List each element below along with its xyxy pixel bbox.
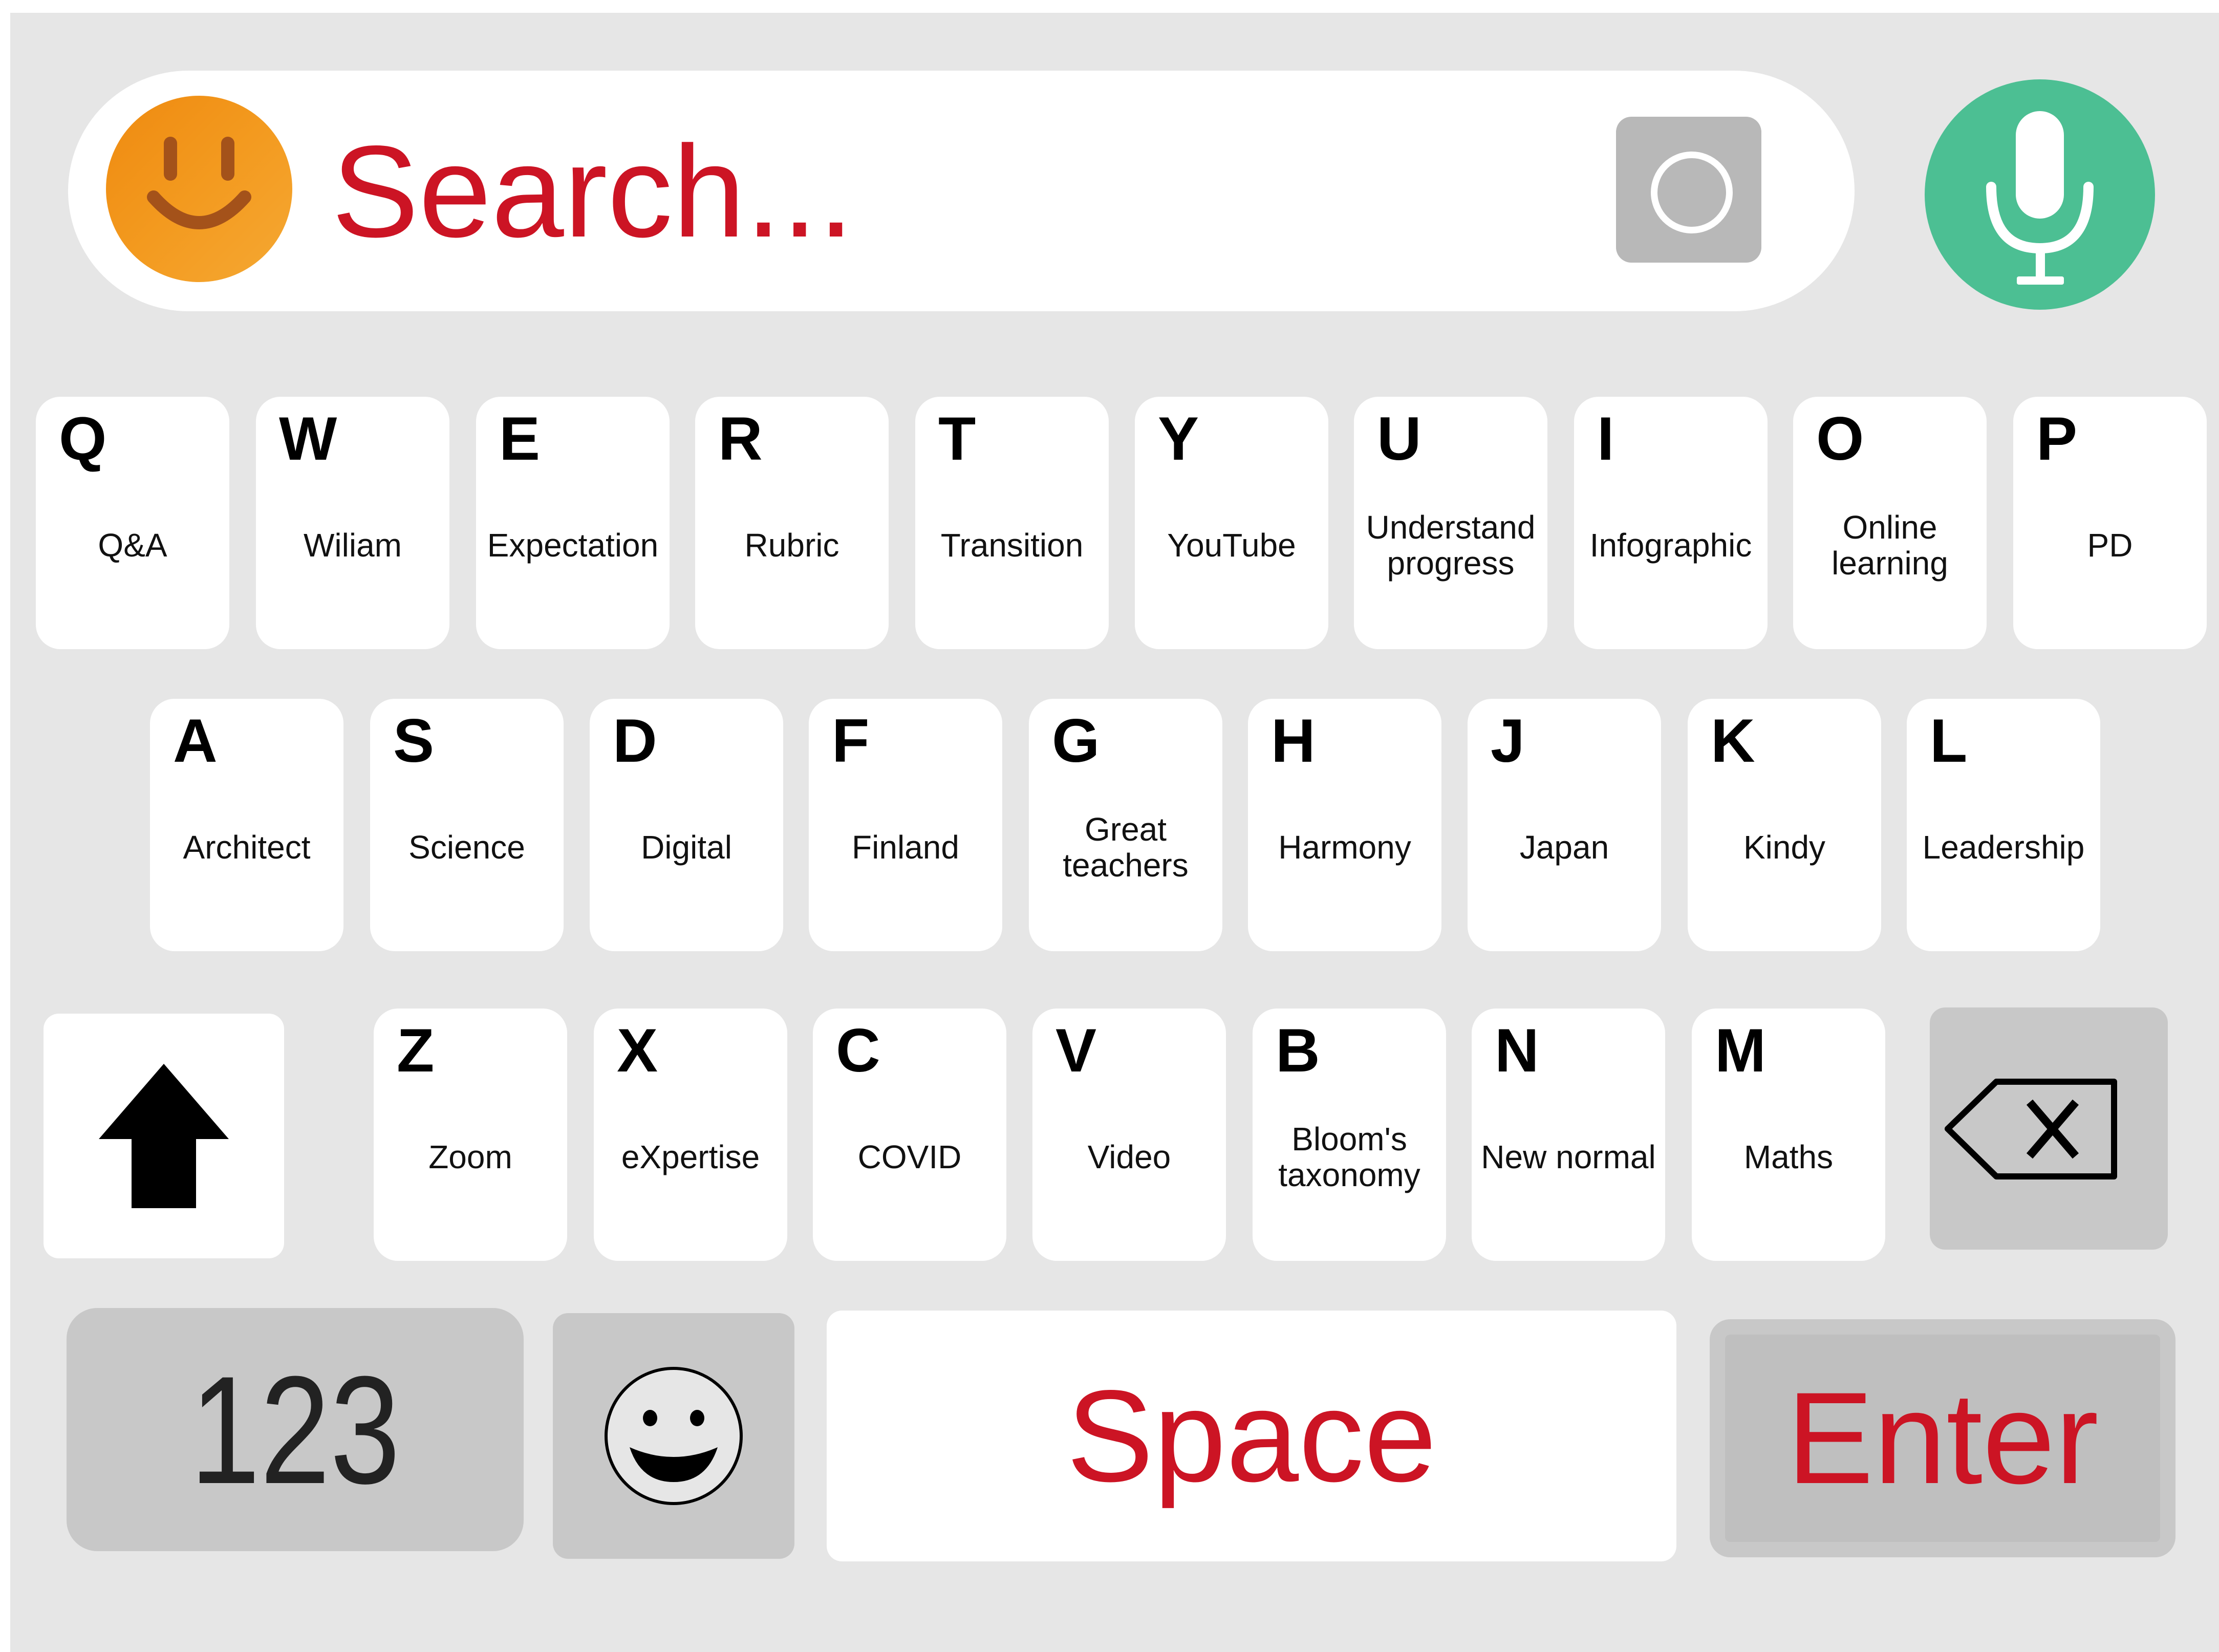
key-word: COVID bbox=[857, 1139, 962, 1175]
key-l[interactable]: L Leadership bbox=[1907, 699, 2100, 951]
key-letter: Z bbox=[397, 1016, 435, 1085]
key-word: Finland bbox=[852, 829, 959, 866]
shift-key[interactable] bbox=[44, 1014, 284, 1258]
enter-key-label: Enter bbox=[1786, 1365, 2099, 1511]
space-key[interactable]: Space bbox=[827, 1311, 1676, 1561]
key-word: Expectation bbox=[487, 527, 659, 564]
key-word: Harmony bbox=[1278, 829, 1411, 866]
key-word: New normal bbox=[1481, 1139, 1656, 1175]
key-word: Great teachers bbox=[1063, 811, 1189, 884]
arrow-up-icon bbox=[99, 1064, 229, 1208]
key-f[interactable]: F Finland bbox=[809, 699, 1002, 951]
key-n[interactable]: N New normal bbox=[1472, 1009, 1665, 1261]
key-word: Video bbox=[1087, 1139, 1171, 1175]
key-letter: B bbox=[1276, 1016, 1320, 1085]
key-h[interactable]: H Harmony bbox=[1248, 699, 1441, 951]
key-letter: J bbox=[1491, 706, 1525, 775]
backspace-icon bbox=[1945, 1079, 2117, 1179]
key-word: Transition bbox=[940, 527, 1084, 564]
key-r[interactable]: R Rubric bbox=[695, 397, 889, 649]
camera-lens-icon bbox=[1651, 152, 1733, 233]
smiley-icon bbox=[605, 1367, 743, 1505]
microphone-icon bbox=[1986, 111, 2094, 285]
key-i[interactable]: I Infographic bbox=[1574, 397, 1768, 649]
key-j[interactable]: J Japan bbox=[1468, 699, 1661, 951]
key-q[interactable]: Q Q&A bbox=[36, 397, 229, 649]
key-letter: L bbox=[1930, 706, 1968, 775]
key-word: Zoom bbox=[428, 1139, 512, 1175]
key-g[interactable]: G Great teachers bbox=[1029, 699, 1222, 951]
key-v[interactable]: V Video bbox=[1032, 1009, 1226, 1261]
key-letter: X bbox=[617, 1016, 658, 1085]
key-letter: Y bbox=[1158, 404, 1199, 473]
key-word: Maths bbox=[1743, 1139, 1834, 1175]
key-word: Leadership bbox=[1922, 829, 2085, 866]
key-e[interactable]: E Expectation bbox=[476, 397, 670, 649]
backspace-key[interactable] bbox=[1930, 1007, 2168, 1250]
smiley-face-icon bbox=[106, 96, 292, 282]
key-word: PD bbox=[2087, 527, 2133, 564]
key-letter: N bbox=[1495, 1016, 1539, 1085]
key-t[interactable]: T Transition bbox=[915, 397, 1109, 649]
space-key-label: Space bbox=[1066, 1363, 1437, 1509]
key-letter: F bbox=[832, 706, 870, 775]
enter-key[interactable]: Enter bbox=[1710, 1319, 2175, 1557]
key-c[interactable]: C COVID bbox=[813, 1009, 1006, 1261]
key-p[interactable]: P PD bbox=[2013, 397, 2207, 649]
key-word: Japan bbox=[1519, 829, 1609, 866]
key-word: Wiliam bbox=[304, 527, 402, 564]
key-letter: A bbox=[173, 706, 218, 775]
key-letter: Q bbox=[59, 404, 107, 473]
key-word: Architect bbox=[183, 829, 311, 866]
key-w[interactable]: W Wiliam bbox=[256, 397, 449, 649]
key-letter: C bbox=[836, 1016, 880, 1085]
key-y[interactable]: Y YouTube bbox=[1135, 397, 1328, 649]
key-word: YouTube bbox=[1167, 527, 1296, 564]
key-letter: M bbox=[1715, 1016, 1766, 1085]
key-letter: U bbox=[1377, 404, 1421, 473]
microphone-button[interactable] bbox=[1925, 79, 2155, 310]
key-letter: V bbox=[1055, 1016, 1097, 1085]
key-word: Digital bbox=[641, 829, 732, 866]
key-x[interactable]: X eXpertise bbox=[594, 1009, 787, 1261]
key-letter: E bbox=[499, 404, 541, 473]
key-d[interactable]: D Digital bbox=[590, 699, 783, 951]
key-word: Online learning bbox=[1832, 509, 1948, 582]
key-letter: D bbox=[613, 706, 657, 775]
numbers-key[interactable]: 123 bbox=[67, 1308, 524, 1551]
key-letter: I bbox=[1597, 404, 1614, 473]
key-letter: O bbox=[1816, 404, 1864, 473]
key-word: Rubric bbox=[744, 527, 839, 564]
search-placeholder[interactable]: Search... bbox=[332, 115, 854, 269]
camera-button[interactable] bbox=[1616, 117, 1761, 263]
key-word: eXpertise bbox=[621, 1139, 760, 1175]
key-letter: R bbox=[718, 404, 763, 473]
key-s[interactable]: S Science bbox=[370, 699, 564, 951]
key-word: Bloom's taxonomy bbox=[1278, 1121, 1420, 1193]
key-m[interactable]: M Maths bbox=[1692, 1009, 1885, 1261]
key-b[interactable]: B Bloom's taxonomy bbox=[1253, 1009, 1446, 1261]
key-word: Kindy bbox=[1743, 829, 1826, 866]
key-letter: K bbox=[1711, 706, 1755, 775]
key-letter: G bbox=[1052, 706, 1100, 775]
numbers-key-label: 123 bbox=[190, 1343, 400, 1516]
key-a[interactable]: A Architect bbox=[150, 699, 343, 951]
key-word: Understand progress bbox=[1366, 509, 1536, 582]
emoji-key[interactable] bbox=[553, 1313, 794, 1559]
key-z[interactable]: Z Zoom bbox=[374, 1009, 567, 1261]
key-word: Science bbox=[408, 829, 525, 866]
key-letter: S bbox=[393, 706, 435, 775]
key-word: Infographic bbox=[1589, 527, 1752, 564]
key-o[interactable]: O Online learning bbox=[1793, 397, 1987, 649]
key-word: Q&A bbox=[98, 527, 167, 564]
key-k[interactable]: K Kindy bbox=[1688, 699, 1881, 951]
key-letter: T bbox=[938, 404, 976, 473]
key-u[interactable]: U Understand progress bbox=[1354, 397, 1547, 649]
key-letter: H bbox=[1271, 706, 1316, 775]
key-letter: W bbox=[279, 404, 337, 473]
key-letter: P bbox=[2036, 404, 2078, 473]
